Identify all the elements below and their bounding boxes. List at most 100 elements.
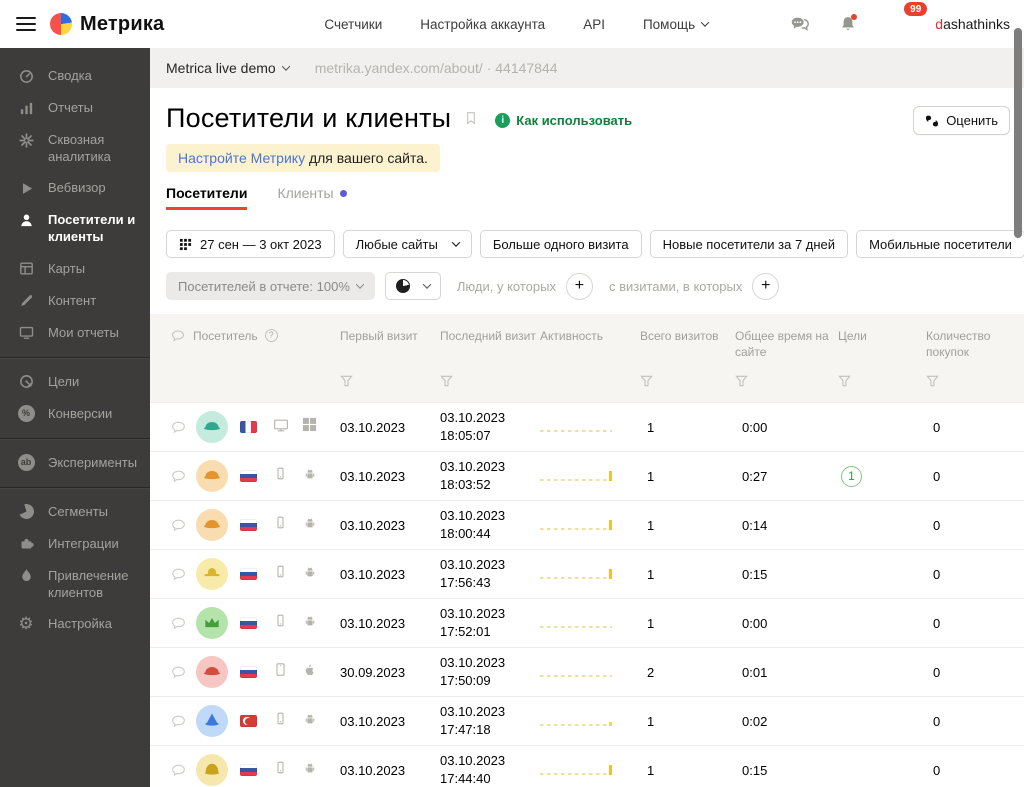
add-visit-condition-button[interactable]: + <box>752 272 780 300</box>
table-row[interactable]: 30.09.2023 03.10.2023 17:50:09 2 0:01 0 <box>150 647 1024 696</box>
purchases-cell: 0 <box>933 419 941 435</box>
filter-new-visitors-7d[interactable]: Новые посетители за 7 дней <box>649 230 849 258</box>
vertical-scrollbar[interactable] <box>1014 28 1022 238</box>
sidebar-item-customer-acquisition[interactable]: Привлечение клиентов <box>0 560 150 608</box>
comment-icon[interactable] <box>170 566 187 583</box>
col-total-visits[interactable]: Всего визитов <box>640 328 735 360</box>
total-visits-cell: 2 <box>647 664 655 680</box>
goal-count-badge[interactable]: 1 <box>841 465 862 487</box>
top-nav: Счетчики Настройка аккаунта API Помощь <box>324 17 710 32</box>
visitor-avatar-cone-hat-icon[interactable] <box>196 705 228 737</box>
monitor-icon <box>17 324 35 342</box>
visitor-avatar-cap-icon[interactable] <box>196 509 228 541</box>
info-icon: i <box>495 113 511 128</box>
filter-funnel-icon[interactable] <box>440 374 453 392</box>
purchases-cell: 0 <box>933 566 941 582</box>
help-question-icon[interactable]: ? <box>264 329 278 342</box>
activity-sparkline <box>540 667 612 678</box>
sidebar-item-maps[interactable]: Карты <box>0 253 150 285</box>
add-people-condition-button[interactable]: + <box>565 272 593 300</box>
col-last-visit[interactable]: Последний визит <box>440 328 540 360</box>
col-purchases[interactable]: Количество покупок <box>926 328 1024 360</box>
menu-burger-icon[interactable] <box>16 17 36 31</box>
comment-icon[interactable] <box>170 615 187 632</box>
visitor-avatar-helmet-icon[interactable] <box>196 754 228 786</box>
last-visit-cell: 03.10.2023 18:05:07 <box>440 410 506 443</box>
table-row[interactable]: 03.10.2023 03.10.2023 18:00:44 1 0:14 0 <box>150 500 1024 549</box>
person-icon <box>17 211 35 229</box>
visitor-avatar-crown-icon[interactable] <box>196 607 228 639</box>
bookmark-icon[interactable] <box>463 108 479 133</box>
col-total-time[interactable]: Общее время на сайте <box>735 328 838 360</box>
nav-account-settings[interactable]: Настройка аккаунта <box>420 17 545 32</box>
visitor-avatar-cap-icon[interactable] <box>196 411 228 443</box>
filter-funnel-icon[interactable] <box>735 374 748 392</box>
comment-icon[interactable] <box>170 664 187 681</box>
last-visit-cell: 03.10.2023 17:44:40 <box>440 753 506 786</box>
nav-counters[interactable]: Счетчики <box>324 17 382 32</box>
segment-chart-dropdown[interactable] <box>384 272 441 300</box>
sidebar-item-reports[interactable]: Отчеты <box>0 92 150 124</box>
brand-logo[interactable]: Метрика <box>50 13 164 36</box>
filter-funnel-icon[interactable] <box>340 374 353 392</box>
table-row[interactable]: 03.10.2023 03.10.2023 17:56:43 1 0:15 0 <box>150 549 1024 598</box>
any-sites-dropdown[interactable]: Любые сайты <box>342 230 472 258</box>
sidebar-item-webvisor[interactable]: Вебвизор <box>0 172 150 204</box>
os-android-icon <box>302 711 340 732</box>
chat-icon[interactable] <box>789 13 811 35</box>
table-row[interactable]: 03.10.2023 03.10.2023 17:52:01 1 0:00 0 <box>150 598 1024 647</box>
filter-mobile-visitors[interactable]: Мобильные посетители <box>856 230 1024 258</box>
sidebar-item-integrations[interactable]: Интеграции <box>0 528 150 560</box>
tab-clients[interactable]: Клиенты <box>277 185 347 210</box>
table-row[interactable]: 03.10.2023 03.10.2023 18:03:52 1 0:27 1 0 <box>150 451 1024 500</box>
how-to-use-link[interactable]: i Как использовать <box>495 113 632 128</box>
sidebar-item-visitors-clients[interactable]: Посетители и клиенты <box>0 204 150 252</box>
col-goals[interactable]: Цели <box>838 328 926 360</box>
sidebar-item-cross-analytics[interactable]: Сквозная аналитика <box>0 124 150 172</box>
sidebar-item-my-reports[interactable]: Мои отчеты <box>0 317 150 349</box>
table-row[interactable]: 03.10.2023 03.10.2023 17:47:18 1 0:02 0 <box>150 696 1024 745</box>
sample-share-chip[interactable]: Посетителей в отчете: 100% <box>166 272 375 300</box>
setup-metrica-link[interactable]: Настройте Метрику <box>178 150 305 166</box>
tab-visitors[interactable]: Посетители <box>166 185 248 210</box>
table-header: Посетитель ? Первый визит Последний визи… <box>150 314 1024 402</box>
sidebar-item-experiments[interactable]: ab Эксперименты <box>0 447 150 479</box>
filter-row-secondary: Посетителей в отчете: 100% Люди, у котор… <box>166 272 1024 300</box>
col-first-visit[interactable]: Первый визит <box>340 328 440 360</box>
counter-selector[interactable]: Metrica live demo <box>166 60 290 76</box>
sidebar-item-content[interactable]: Контент <box>0 285 150 317</box>
nav-help[interactable]: Помощь <box>643 17 710 32</box>
sidebar-item-summary[interactable]: Сводка <box>0 60 150 92</box>
comment-icon[interactable] <box>170 419 187 436</box>
os-windows-icon <box>302 417 340 437</box>
comment-icon[interactable] <box>170 517 187 534</box>
visitor-avatar-cap-icon[interactable] <box>196 460 228 492</box>
visitor-avatar-fedora-icon[interactable] <box>196 558 228 590</box>
filter-funnel-icon[interactable] <box>838 374 851 392</box>
device-phone-icon <box>272 710 302 732</box>
table-row[interactable]: 03.10.2023 03.10.2023 17:44:40 1 0:15 0 <box>150 745 1024 787</box>
username[interactable]: dashathinks <box>935 16 1010 32</box>
total-time-cell: 0:15 <box>742 762 768 778</box>
rate-button[interactable]: Оценить <box>913 106 1010 135</box>
sidebar-item-conversions[interactable]: % Конверсии <box>0 398 150 430</box>
user-avatar[interactable]: 99 <box>885 0 930 47</box>
comment-icon[interactable] <box>170 468 187 485</box>
nav-api[interactable]: API <box>583 17 605 32</box>
date-range-button[interactable]: 27 сен — 3 окт 2023 <box>166 230 335 258</box>
col-visitor[interactable]: Посетитель <box>193 328 258 344</box>
filter-funnel-icon[interactable] <box>640 374 653 392</box>
comment-icon[interactable] <box>170 713 187 730</box>
sidebar-item-segments[interactable]: Сегменты <box>0 496 150 528</box>
comment-icon[interactable] <box>170 762 187 779</box>
table-row[interactable]: 03.10.2023 03.10.2023 18:05:07 1 0:00 0 <box>150 402 1024 451</box>
notifications-bell-icon[interactable] <box>837 13 859 35</box>
col-activity[interactable]: Активность <box>540 328 640 360</box>
visitor-avatar-cap-icon[interactable] <box>196 656 228 688</box>
sidebar-item-goals[interactable]: Цели <box>0 366 150 398</box>
filter-more-than-one-visit[interactable]: Больше одного визита <box>479 230 642 258</box>
filter-funnel-icon[interactable] <box>926 374 939 392</box>
pencil-icon <box>17 292 35 310</box>
brand-name: Метрика <box>80 12 165 35</box>
sidebar-item-settings[interactable]: ⚙ Настройка <box>0 608 150 640</box>
